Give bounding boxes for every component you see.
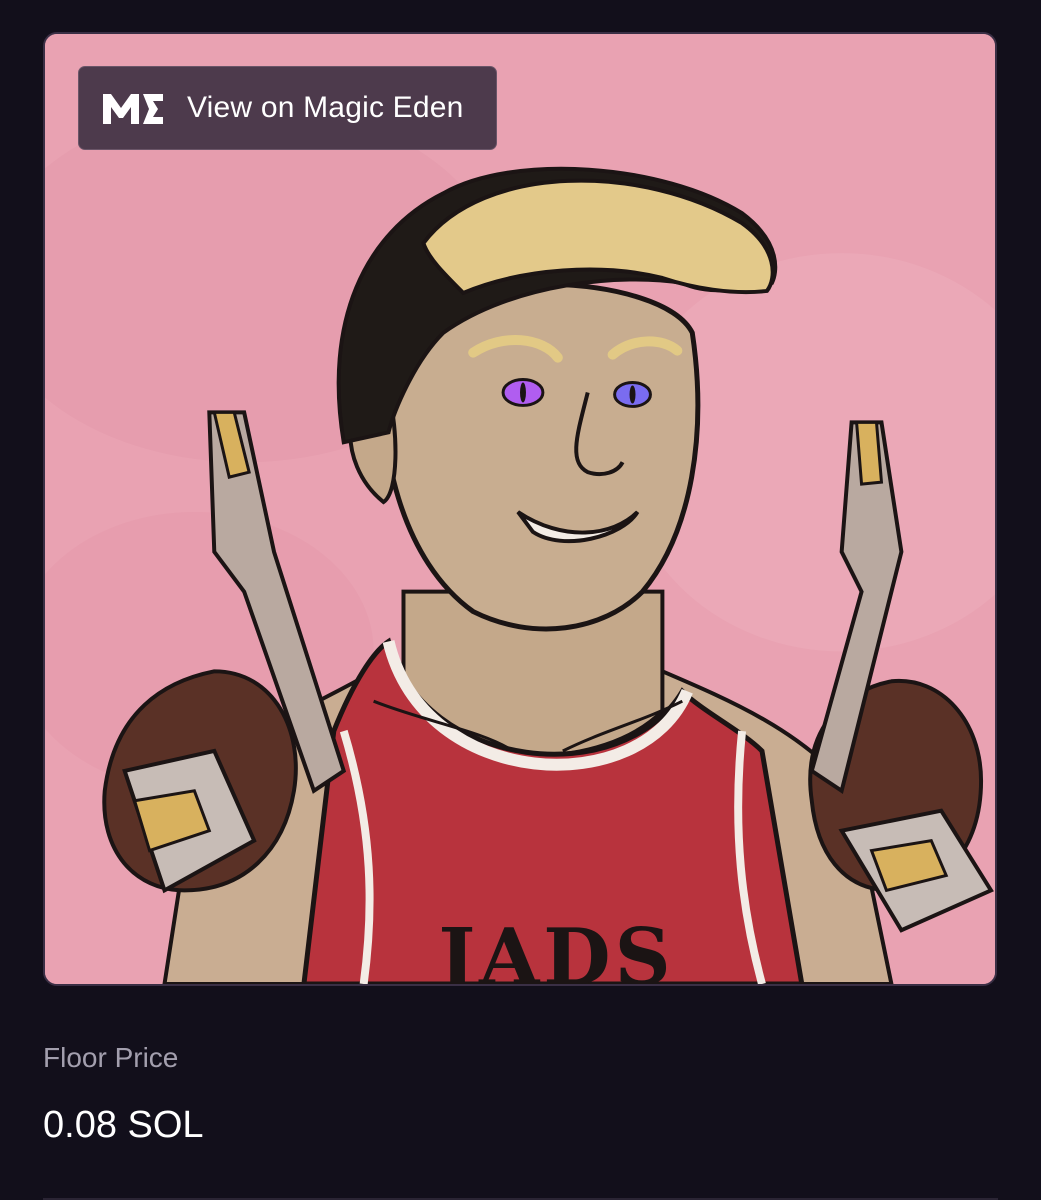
floor-price-value: 0.08 SOL — [43, 1104, 204, 1146]
floor-price-label: Floor Price — [43, 1042, 179, 1073]
nft-image-card[interactable]: JADS View on Magic Eden — [43, 32, 997, 986]
page: JADS View on Magic Eden Floor Price 0.08… — [0, 0, 1041, 1200]
magic-eden-logo-icon — [103, 94, 163, 124]
nft-artwork-image: JADS — [45, 34, 995, 984]
view-on-magic-eden-button[interactable]: View on Magic Eden — [78, 66, 497, 150]
view-on-magic-eden-label: View on Magic Eden — [187, 91, 464, 124]
svg-text:JADS: JADS — [432, 912, 674, 984]
